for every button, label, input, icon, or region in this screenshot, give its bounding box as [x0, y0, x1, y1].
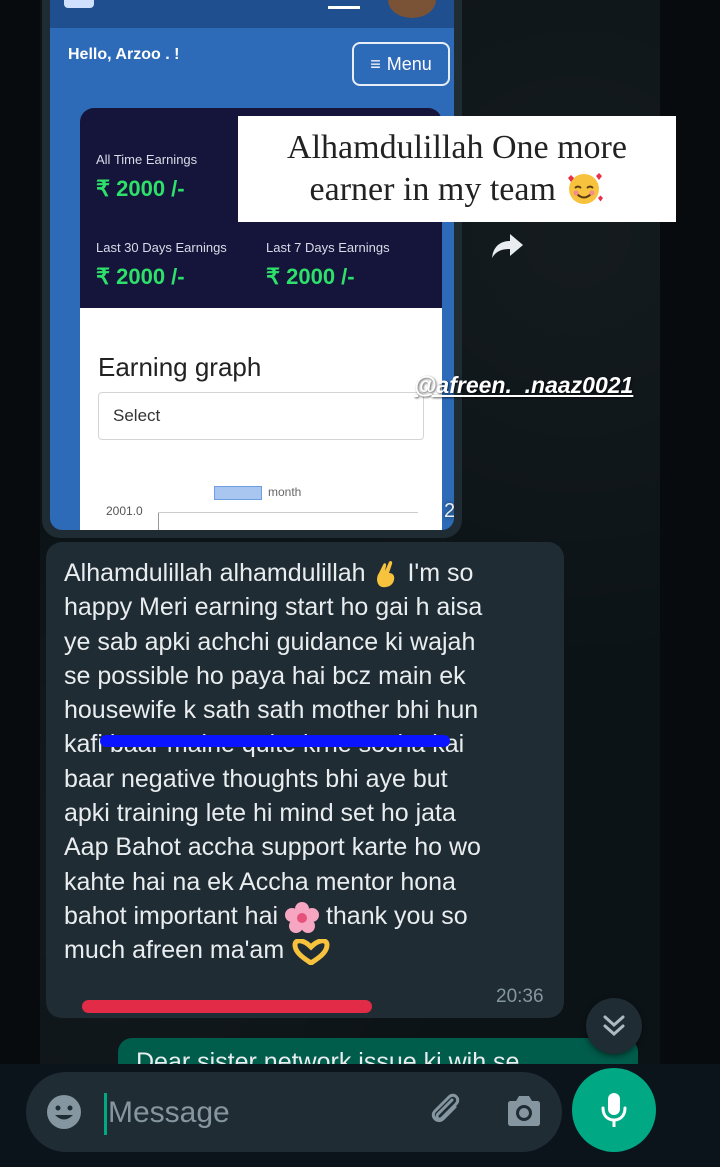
image-message-bubble[interactable]: Hello, Arzoo . ! ≡ Menu All Time Earning…	[42, 0, 462, 538]
message-timestamp: 20:36	[496, 986, 544, 1007]
all-time-earnings-label: All Time Earnings	[96, 152, 198, 167]
message-line: baar negative thoughts bhi aye but	[64, 764, 448, 793]
blue-highlight-underline	[100, 735, 450, 747]
heart-hands-emoji-icon	[292, 938, 330, 965]
menu-button: ≡ Menu	[352, 42, 450, 86]
message-line-text: bahot important hai	[64, 901, 279, 930]
left-border	[0, 0, 40, 1167]
app-logo	[64, 0, 94, 8]
caption-line-2-text: earner in my team	[309, 171, 556, 208]
greeting-text: Hello, Arzoo . !	[68, 46, 180, 63]
message-line: Alhamdulillah alhamdulillah I'm so	[64, 556, 552, 590]
emoji-icon[interactable]	[44, 1092, 84, 1132]
scroll-to-bottom-button[interactable]	[586, 998, 642, 1054]
paperclip-icon[interactable]	[426, 1090, 466, 1130]
red-highlight-underline	[82, 1000, 372, 1013]
last-7-days-label: Last 7 Days Earnings	[266, 240, 390, 255]
avatar	[388, 0, 436, 18]
mic-icon	[601, 1093, 627, 1127]
message-line: housewife k sath sath mother bhi hun	[64, 696, 479, 725]
x-axis	[158, 512, 418, 513]
image-timestamp: 20:36	[444, 500, 454, 522]
voice-record-button[interactable]	[572, 1068, 656, 1152]
message-line: se possible ho paya hai bcz main ek	[64, 661, 466, 690]
message-line-text: Alhamdulillah alhamdulillah	[64, 559, 366, 587]
last-30-days-label: Last 30 Days Earnings	[96, 240, 227, 255]
text-cursor	[104, 1093, 107, 1135]
message-input[interactable]	[108, 1088, 408, 1138]
message-line: Aap Bahot accha support karte ho wo	[64, 833, 481, 862]
smiling-hearts-emoji-icon	[568, 173, 604, 204]
message-body: Alhamdulillah alhamdulillah I'm so happy…	[64, 556, 552, 968]
menu-label: Menu	[386, 53, 432, 74]
last-7-days-value: ₹ 2000 /-	[266, 264, 355, 289]
message-line-text: much afreen ma'am	[64, 936, 285, 965]
hamburger-icon: ≡	[370, 53, 381, 74]
cherry-blossom-emoji-icon	[284, 902, 319, 934]
graph-title: Earning graph	[98, 352, 262, 382]
text-message-bubble[interactable]: Alhamdulillah alhamdulillah I'm so happy…	[46, 542, 564, 1018]
crossed-fingers-emoji-icon	[376, 561, 394, 588]
screenshot-topbar	[50, 0, 454, 28]
message-line: bahot important hai thank you so	[64, 899, 552, 934]
all-time-earnings-value: ₹ 2000 /-	[96, 176, 185, 201]
message-line: ye sab apki achchi guidance ki wajah	[64, 627, 476, 656]
shared-screenshot[interactable]: Hello, Arzoo . ! ≡ Menu All Time Earning…	[50, 0, 454, 530]
message-line: apki training lete hi mind set ho jata	[64, 799, 456, 828]
watermark-handle: @afreen._.naaz0021	[414, 372, 634, 398]
message-line: much afreen ma'am	[64, 933, 552, 967]
double-chevron-down-icon	[603, 1015, 625, 1037]
graph-period-select: Select	[98, 392, 424, 440]
y-axis	[158, 512, 159, 530]
forward-icon[interactable]	[490, 232, 524, 260]
message-line-text: I'm so	[407, 559, 474, 587]
message-line: happy Meri earning start ho gai h aisa	[64, 593, 483, 622]
message-line-text: thank you so	[325, 901, 468, 930]
caption-line-2: earner in my team	[310, 169, 605, 211]
camera-icon[interactable]	[504, 1092, 544, 1130]
legend-swatch	[214, 486, 262, 500]
topbar-divider	[328, 6, 360, 9]
last-30-days-value: ₹ 2000 /-	[96, 264, 185, 289]
message-line: kahte hai na ek Accha mentor hona	[64, 867, 456, 896]
earning-graph-card: Earning graph Select month 2001.0	[80, 308, 442, 530]
caption-overlay: Alhamdulillah One more earner in my team	[238, 116, 676, 222]
legend-label: month	[268, 485, 302, 499]
y-tick-label: 2001.0	[106, 504, 143, 518]
caption-line-1: Alhamdulillah One more	[287, 129, 627, 166]
